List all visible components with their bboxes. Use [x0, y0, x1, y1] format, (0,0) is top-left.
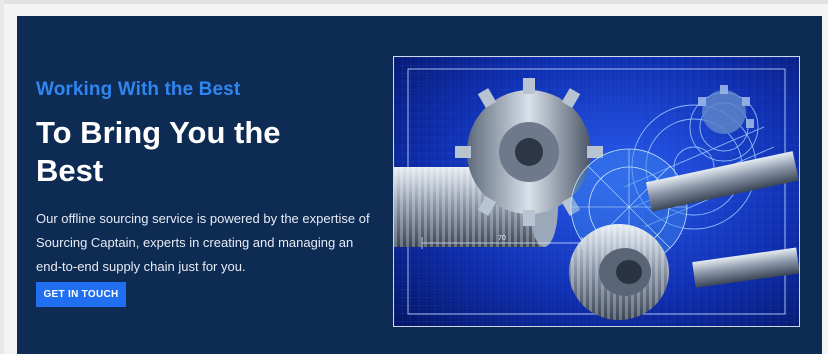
- dimension-label: 70: [498, 235, 506, 242]
- get-in-touch-button[interactable]: GET IN TOUCH: [36, 282, 126, 307]
- hero-section: Working With the Best To Bring You the B…: [17, 16, 822, 354]
- frame-left-border: [0, 0, 4, 354]
- gears-blueprint-image: 70: [393, 56, 800, 327]
- hero-headline: To Bring You the Best: [36, 115, 281, 188]
- page-frame: Working With the Best To Bring You the B…: [0, 0, 828, 354]
- hero-eyebrow: Working With the Best: [36, 79, 241, 100]
- hero-description: Our offline sourcing service is powered …: [36, 211, 370, 274]
- frame-top-border: [0, 0, 828, 4]
